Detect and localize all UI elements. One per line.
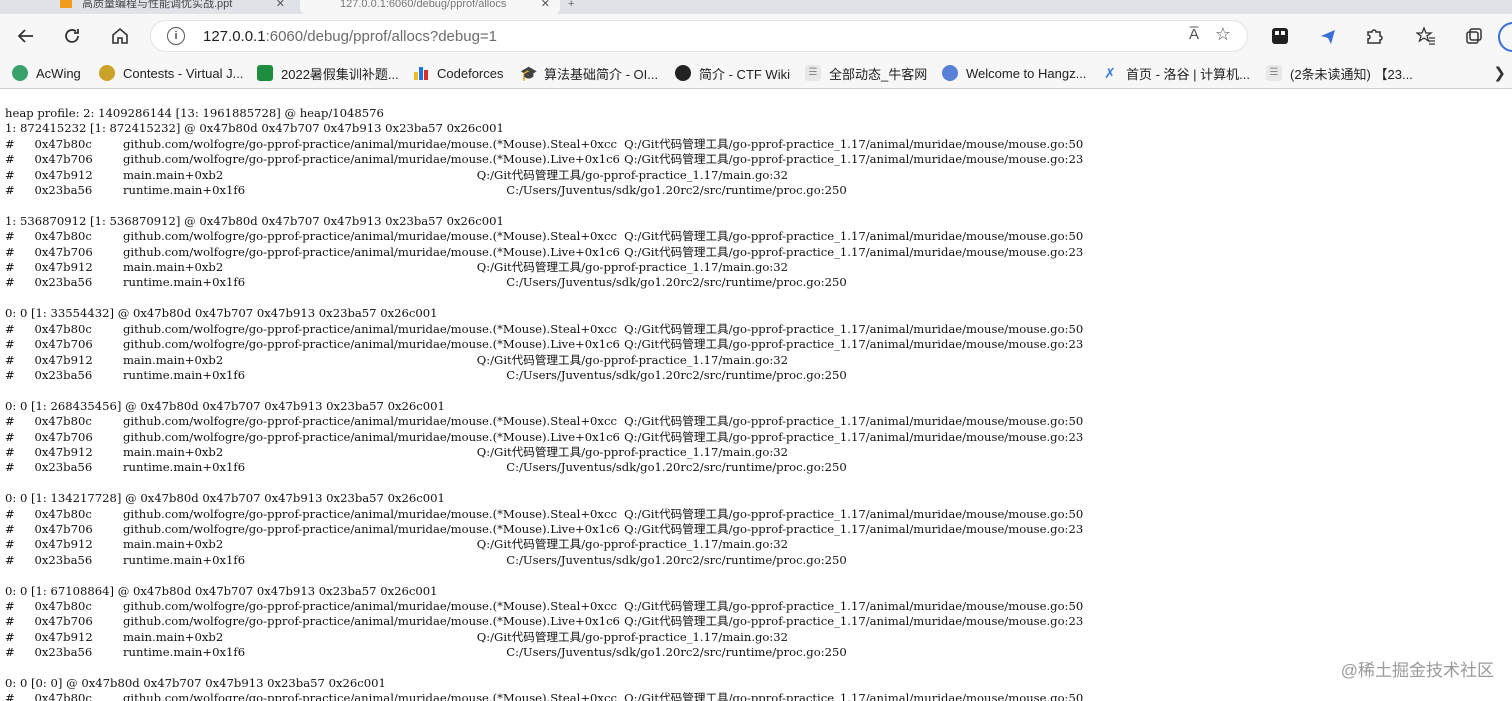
address-bar[interactable]: i 127.0.0.1:6060/debug/pprof/allocs?debu… [150,20,1248,52]
refresh-icon[interactable] [58,22,86,50]
url-path: :6060/debug/pprof/allocs?debug=1 [265,28,498,45]
tab-ppt[interactable]: 高质量编程与性能调优实战.ppt ✕ [50,0,295,14]
bookmarks-bar: AcWing Contests - Virtual J... 2022暑假集训补… [0,58,1512,89]
bookmark-oiwiki[interactable]: 🎓 算法基础简介 - OI... [520,62,658,84]
bookmark-luogu[interactable]: ✗ 首页 - 洛谷 | 计算机... [1102,62,1250,84]
vjudge-icon [99,65,115,81]
page-content: heap profile: 2: 1409286144 [13: 1961885… [0,89,1512,701]
tab-label: 高质量编程与性能调优实战.ppt [82,0,233,10]
bookmark-ctfwiki[interactable]: 简介 - CTF Wiki [675,62,790,84]
url-text[interactable]: 127.0.0.1:6060/debug/pprof/allocs?debug=… [203,28,497,45]
bookmark-label: Welcome to Hangz... [966,65,1087,81]
bookmark-label: 简介 - CTF Wiki [699,66,790,82]
bookmark-label: 2022暑假集训补题... [281,66,399,82]
tab-label: 127.0.0.1:6060/debug/pprof/allocs [340,0,507,10]
bookmark-label: (2条未读通知) 【23... [1290,66,1413,82]
chevron-right-icon[interactable]: ❯ [1493,64,1506,82]
bookmark-label: 全部动态_牛客网 [829,66,928,82]
bookmark-label: Codeforces [437,65,504,81]
luogu-icon: ✗ [1104,65,1116,81]
powerpoint-icon [60,0,72,8]
tab-strip: 高质量编程与性能调优实战.ppt ✕ 127.0.0.1:6060/debug/… [0,0,1512,14]
csdn-icon: ☰ [1266,65,1282,81]
bookmark-vjudge[interactable]: Contests - Virtual J... [99,62,243,84]
back-arrow-icon[interactable] [12,22,40,50]
github-icon [675,65,691,81]
watermark: @稀土掘金技术社区 [1340,661,1494,680]
bookmark-label: 首页 - 洛谷 | 计算机... [1126,66,1250,82]
nowcoder-icon: ☰ [805,65,821,81]
bookmark-codeforces[interactable]: Codeforces [413,62,503,84]
bookmark-acwing[interactable]: AcWing [12,62,81,84]
bookmark-label: 算法基础简介 - OI... [544,66,659,82]
collections-icon[interactable] [1460,22,1488,50]
hdu-icon [942,65,958,81]
browser-toolbar: i 127.0.0.1:6060/debug/pprof/allocs?debu… [0,14,1512,58]
acwing-icon [12,65,28,81]
url-host: 127.0.0.1 [203,28,266,45]
profile-avatar[interactable] [1498,22,1512,52]
graduation-cap-icon: 🎓 [520,65,538,81]
bookmark-label: AcWing [36,65,81,81]
new-tab-button[interactable]: + [568,0,582,14]
close-icon[interactable]: ✕ [276,0,285,10]
bookmark-csdn[interactable]: ☰ (2条未读通知) 【23... [1266,62,1413,84]
heap-profile-text: heap profile: 2: 1409286144 [13: 1961885… [5,106,1084,701]
bookmark-nowcoder[interactable]: ☰ 全部动态_牛客网 [805,62,927,84]
read-aloud-icon[interactable]: A̅ [1189,26,1199,43]
puzzle-icon[interactable] [1360,22,1388,50]
sheet-icon [257,65,273,81]
extension-icon[interactable] [1266,22,1294,50]
tab-pprof[interactable]: 127.0.0.1:6060/debug/pprof/allocs ✕ [300,0,560,14]
bird-extension-icon[interactable] [1314,22,1342,50]
close-icon[interactable]: ✕ [541,0,550,10]
bookmark-hdu[interactable]: Welcome to Hangz... [942,62,1086,84]
bookmark-label: Contests - Virtual J... [123,65,244,81]
favorites-list-icon[interactable] [1412,22,1440,50]
bookmark-sheet[interactable]: 2022暑假集训补题... [257,62,399,84]
star-plus-icon[interactable]: ☆ [1215,24,1231,45]
codeforces-icon [413,65,429,81]
info-icon[interactable]: i [167,27,185,45]
home-icon[interactable] [106,22,134,50]
